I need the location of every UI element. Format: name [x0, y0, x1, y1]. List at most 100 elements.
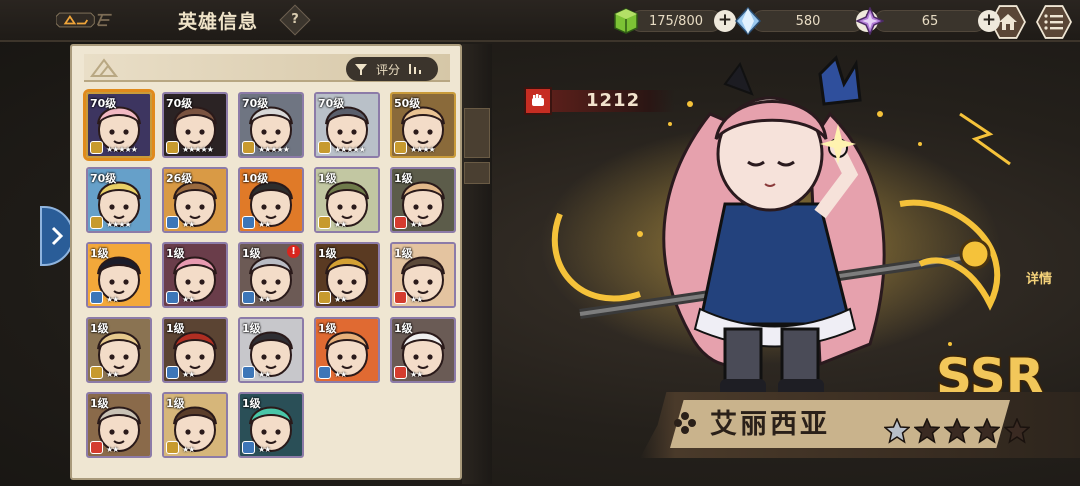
element-icon	[318, 141, 331, 154]
hero-level: 1级	[394, 322, 413, 335]
sort-filter-button[interactable]: 评分	[346, 57, 438, 81]
hero-level: 70级	[90, 97, 117, 110]
hero-card[interactable]: 1级 ★★	[314, 167, 380, 233]
hero-card[interactable]: 1级 ★★	[162, 317, 228, 383]
hero-level: 26级	[166, 172, 193, 185]
home-icon	[999, 14, 1017, 30]
hero-level: 1级	[242, 247, 261, 260]
hero-level: 70级	[242, 97, 269, 110]
hero-stars: ★★	[106, 370, 119, 379]
hero-card[interactable]: 1级 ★★	[314, 242, 380, 308]
sort-label: 评分	[376, 62, 401, 77]
hero-stars: ★★	[334, 295, 347, 304]
element-icon	[394, 366, 407, 379]
gem-value: 65	[874, 10, 986, 32]
help-icon[interactable]: ?	[279, 4, 311, 36]
add-gem-button[interactable]: +	[978, 10, 1000, 32]
element-icon	[242, 141, 255, 154]
hero-stars: ★★	[334, 370, 347, 379]
element-icon	[90, 216, 103, 229]
back-button[interactable]	[56, 6, 114, 34]
star-empty-icon	[914, 418, 940, 444]
element-icon	[242, 291, 255, 304]
hero-card[interactable]: 1级 ★★	[162, 242, 228, 308]
element-icon	[318, 216, 331, 229]
resource-gem: 65 +	[856, 7, 1000, 35]
element-icon	[394, 216, 407, 229]
resource-stamina: 175/800 +	[612, 8, 736, 34]
hero-card[interactable]: 1级 ★★	[238, 392, 304, 458]
hero-card[interactable]: 1级 ★★	[390, 167, 456, 233]
hero-card[interactable]: 70级 ★★★★★	[238, 92, 304, 158]
star-empty-icon	[1004, 418, 1030, 444]
element-icon	[318, 366, 331, 379]
blue-crystal-icon	[734, 7, 762, 35]
details-button[interactable]: 详情	[1026, 268, 1052, 287]
hero-level: 1级	[318, 322, 337, 335]
hero-stars: ★★	[334, 220, 347, 229]
stamina-value: 175/800	[630, 10, 722, 32]
hero-card[interactable]: 70级 ★★★★	[86, 167, 152, 233]
element-icon	[166, 441, 179, 454]
side-expand-button[interactable]	[40, 206, 74, 266]
hero-card[interactable]: 1级 ★★	[390, 317, 456, 383]
element-icon	[90, 291, 103, 304]
top-bar: 英雄信息 ? 175/800 + 580 + 65 +	[0, 0, 1080, 42]
hero-level: 1级	[318, 247, 337, 260]
hero-stars: ★★★★★	[106, 145, 138, 154]
hero-card[interactable]: 1级 ★★	[86, 317, 152, 383]
list-header: 评分	[84, 54, 450, 82]
fist-icon	[524, 87, 552, 115]
hero-list-panel: 评分 70级 ★★★★★ 70级 ★★★★★ 70级 ★★★★★ 70级 ★★★★★ 50级 ★★…	[70, 44, 462, 480]
element-icon	[90, 366, 103, 379]
add-stamina-button[interactable]: +	[714, 10, 736, 32]
hero-level: 1级	[394, 172, 413, 185]
hero-card[interactable]: 70级 ★★★★★	[314, 92, 380, 158]
filter-icon	[355, 64, 367, 75]
element-icon	[166, 216, 179, 229]
element-icon	[166, 141, 179, 154]
hero-stars: ★★★★★	[334, 145, 366, 154]
help-label: ?	[291, 12, 299, 27]
hero-card[interactable]: 70级 ★★★★★	[83, 89, 155, 161]
element-icon	[166, 366, 179, 379]
hero-stars: ★★	[410, 370, 423, 379]
back-arrow-icon	[56, 12, 112, 28]
hero-level: 1级	[318, 172, 337, 185]
hero-stars: ★★	[410, 220, 423, 229]
hero-card[interactable]: 1级 ★★	[162, 392, 228, 458]
hero-level: 1级	[90, 322, 109, 335]
menu-icon	[1044, 14, 1063, 30]
element-icon	[90, 441, 103, 454]
hero-stars: ★★★★	[106, 220, 132, 229]
hero-name: 艾丽西亚	[710, 409, 830, 440]
hero-card[interactable]: 1级 ★★	[86, 242, 152, 308]
hero-card[interactable]: 70级 ★★★★★	[162, 92, 228, 158]
hero-card[interactable]: 26级 ★★	[162, 167, 228, 233]
hero-level: 70级	[90, 172, 117, 185]
hero-stars: ★★	[182, 295, 195, 304]
hero-level: 1级	[242, 322, 261, 335]
chevron-right-icon	[51, 226, 64, 246]
hero-stars: ★★	[258, 445, 271, 454]
hero-card[interactable]: 1级 ★★	[390, 242, 456, 308]
purple-gem-icon	[856, 7, 884, 35]
hero-level: 1级	[166, 247, 185, 260]
star-empty-icon	[944, 418, 970, 444]
menu-button[interactable]	[1036, 4, 1072, 40]
hero-card[interactable]: 1级 ★★	[86, 392, 152, 458]
hero-level: 1级	[166, 322, 185, 335]
hero-card[interactable]: 1级 ★★	[314, 317, 380, 383]
hero-level: 1级	[166, 397, 185, 410]
hero-stars: ★★	[106, 445, 119, 454]
element-icon	[242, 441, 255, 454]
hero-card[interactable]: 1级 ★★	[238, 317, 304, 383]
combat-power: 1212	[524, 87, 674, 115]
header-deco-icon	[90, 58, 119, 77]
element-icon	[394, 291, 407, 304]
hero-card[interactable]: 50级 ★★★★	[390, 92, 456, 158]
hero-level: 70级	[166, 97, 193, 110]
hero-card[interactable]: 10级 ★★	[238, 167, 304, 233]
hero-card[interactable]: 1级 ★★!	[238, 242, 304, 308]
hero-stars: ★★	[182, 220, 195, 229]
